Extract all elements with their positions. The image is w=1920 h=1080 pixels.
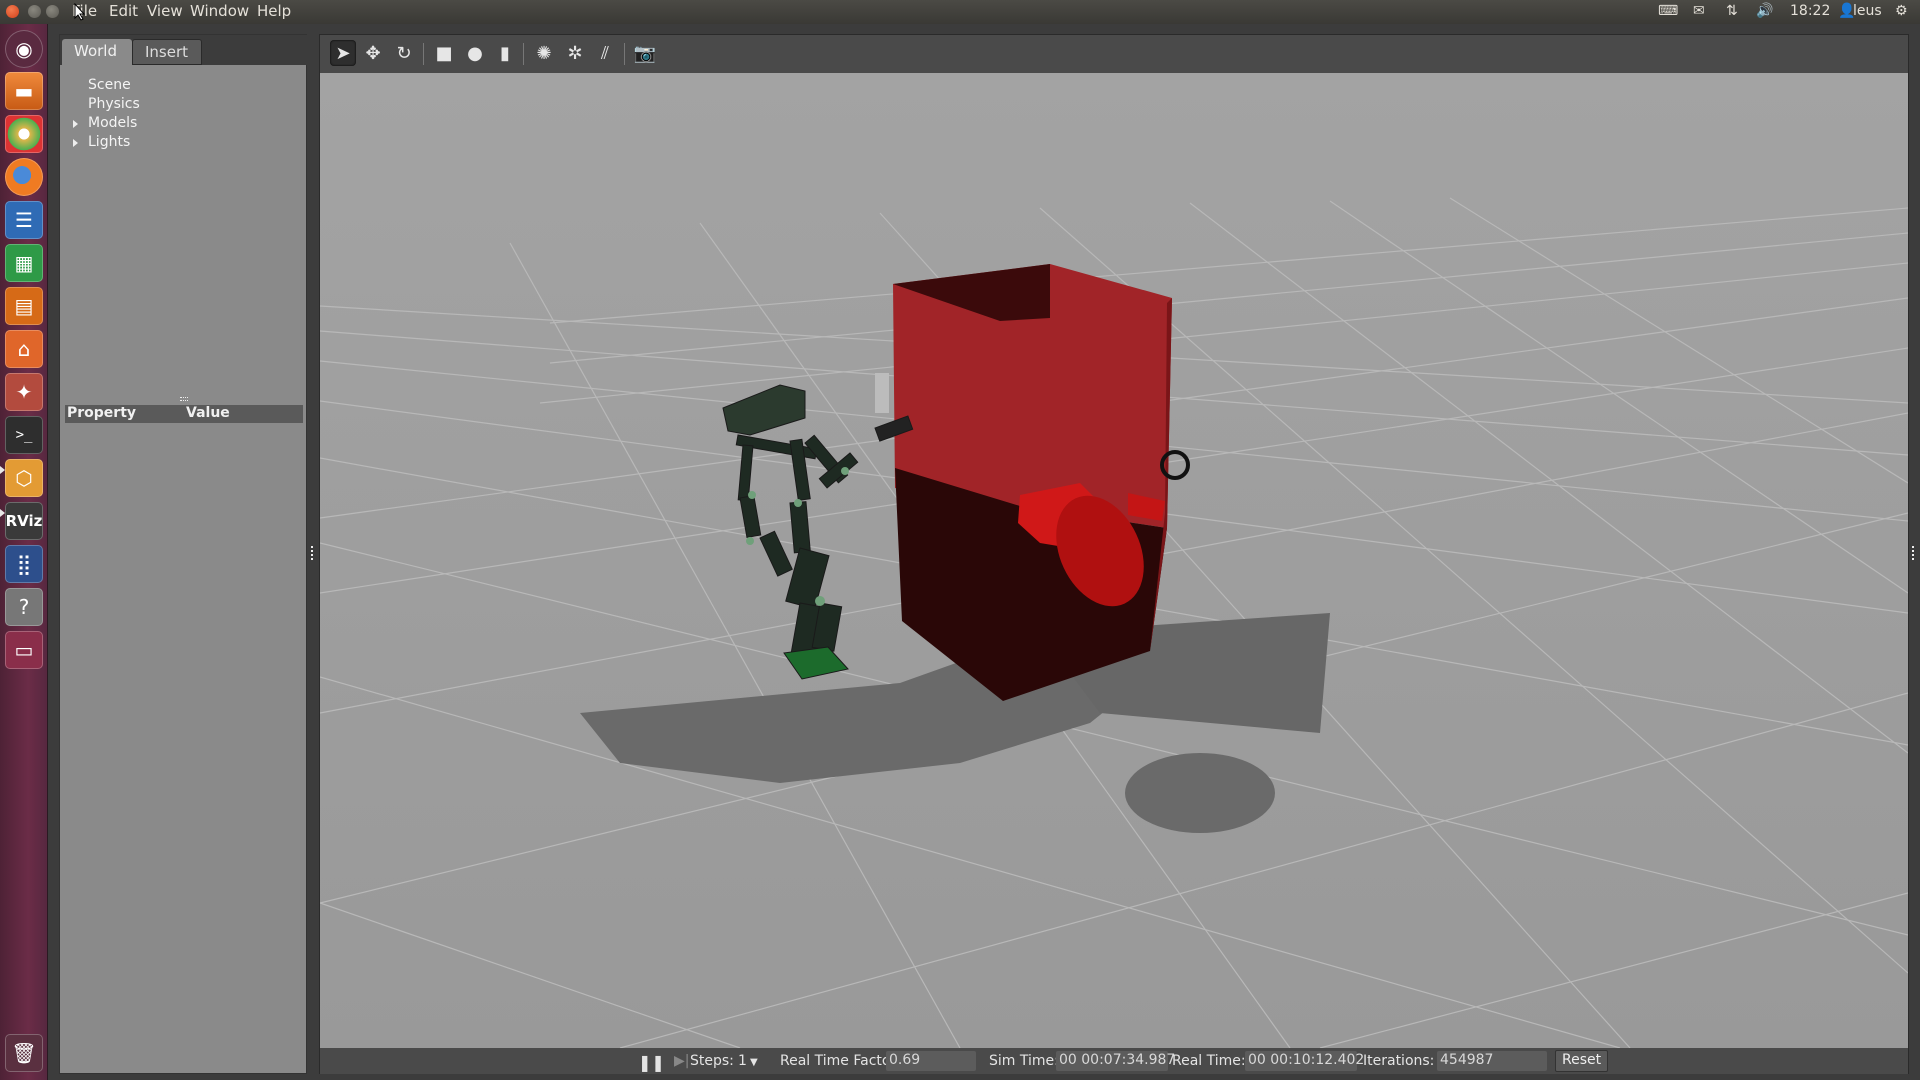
tab-world[interactable]: World [62,39,132,65]
value-column-header[interactable]: Value [186,405,230,421]
running-indicator-icon [0,509,5,517]
files-icon[interactable]: ▬ [5,72,43,110]
expand-arrow-icon[interactable] [73,120,78,128]
impress-icon[interactable]: ▤ [5,287,43,325]
status-bar: ❚❚ ▶| Steps: 1 ▼ Real Time Factor: 0.69 … [320,1048,1908,1074]
ubuntu-dash-icon[interactable]: ◉ [5,30,43,68]
running-indicator-icon [0,466,5,474]
toolbar-separator [423,43,424,65]
rtf-value: 0.69 [886,1051,976,1071]
mail-icon[interactable]: ✉ [1693,3,1705,19]
writer-icon[interactable]: ☰ [5,201,43,239]
left-panel: World Insert Scene Physics Models Lights… [59,34,308,1074]
software-center-icon[interactable]: ⌂ [5,330,43,368]
chrome-icon[interactable] [5,115,43,153]
user-name[interactable]: leus [1853,3,1882,19]
panel-splitter-handle[interactable] [180,397,188,401]
calc-icon[interactable]: ▦ [5,244,43,282]
workspace-switcher-icon[interactable]: ⣿ [5,545,43,583]
translate-mode-icon[interactable]: ✥ [360,40,386,66]
window-maximize-button[interactable] [46,5,59,18]
firefox-icon[interactable] [5,158,43,196]
reset-button[interactable]: Reset [1555,1050,1609,1072]
tree-item-lights[interactable]: Lights [88,134,130,150]
menu-window[interactable]: Window [190,2,249,20]
real-time-label: Real Time: [1172,1053,1246,1069]
toolbar-separator [624,43,625,65]
window-close-button[interactable] [6,5,19,18]
wheel-shadow [1125,753,1275,833]
drill-tool [875,373,889,413]
tree-item-physics[interactable]: Physics [88,96,140,112]
gazebo-icon[interactable]: ⬡ [5,459,43,497]
directional-light-icon[interactable]: ⫽ [592,40,618,66]
real-time-value: 00 00:10:12.402 [1245,1051,1364,1071]
rotate-mode-icon[interactable]: ↻ [391,40,417,66]
screenshot-camera-icon[interactable]: 📷 [632,40,658,66]
property-column-header[interactable]: Property [67,405,136,421]
3d-scene-viewport[interactable] [320,73,1908,1048]
clock[interactable]: 18:22 [1790,3,1830,19]
point-light-icon[interactable]: ✺ [531,40,557,66]
tab-bar: World Insert [60,35,308,65]
volume-icon[interactable]: 🔊 [1756,3,1773,19]
viewport-frame: ➤ ✥ ↻ ■ ● ▮ ✺ ✲ ⫽ 📷 ❚❚ ▶| Steps: 1 ▼ Rea… [319,34,1909,1074]
window-icon[interactable]: ▭ [5,631,43,669]
scene-render[interactable] [320,73,1908,1048]
menu-edit[interactable]: Edit [109,2,138,20]
right-collapse-handle[interactable] [1912,546,1916,560]
toolbar-separator [523,43,524,65]
property-table-header: Property Value [65,405,303,423]
system-settings-icon[interactable]: ✦ [5,373,43,411]
menu-help[interactable]: Help [257,2,291,20]
tree-item-scene[interactable]: Scene [88,77,131,93]
steps-label: Steps: [690,1053,734,1069]
rtf-label: Real Time Factor: [780,1053,901,1069]
mouse-cursor-icon [74,3,86,21]
iterations-label: Iterations: [1363,1053,1435,1069]
pause-icon[interactable]: ❚❚ [638,1053,665,1072]
trash-icon[interactable]: 🗑 [5,1034,43,1072]
iterations-value: 454987 [1437,1051,1547,1071]
select-mode-icon[interactable]: ➤ [330,40,356,66]
rviz-icon[interactable]: RViz [5,502,43,540]
sim-time-label: Sim Time: [989,1053,1059,1069]
steps-dropdown-icon[interactable]: ▼ [750,1057,758,1068]
gazebo-window: World Insert Scene Physics Models Lights… [48,24,1920,1080]
help-icon[interactable]: ? [5,588,43,626]
box-shape-icon[interactable]: ■ [431,40,457,66]
left-collapse-handle[interactable] [311,546,315,560]
window-minimize-button[interactable] [28,5,41,18]
keyboard-icon[interactable]: ⌨ [1658,3,1678,19]
expand-arrow-icon[interactable] [73,139,78,147]
settings-gear-icon[interactable]: ⚙ [1895,3,1908,19]
step-icon[interactable]: ▶| [674,1053,689,1069]
terminal-icon[interactable]: >_ [5,416,43,454]
tab-insert[interactable]: Insert [132,39,202,65]
sphere-shape-icon[interactable]: ● [462,40,488,66]
spot-light-icon[interactable]: ✲ [562,40,588,66]
menu-view[interactable]: View [147,2,183,20]
steps-value[interactable]: 1 [738,1053,747,1069]
cylinder-shape-icon[interactable]: ▮ [492,40,518,66]
top-panel: File Edit View Window Help ⌨ ✉ ⇅ 🔊 18:22… [0,0,1920,24]
toolbar: ➤ ✥ ↻ ■ ● ▮ ✺ ✲ ⫽ 📷 [320,35,1908,73]
launcher: ◉ ▬ ☰ ▦ ▤ ⌂ ✦ >_ ⬡ RViz ⣿ ? ▭ 🗑 [0,24,48,1080]
tree-item-models[interactable]: Models [88,115,137,131]
sim-time-value: 00 00:07:34.987 [1056,1051,1175,1071]
network-icon[interactable]: ⇅ [1726,3,1738,19]
